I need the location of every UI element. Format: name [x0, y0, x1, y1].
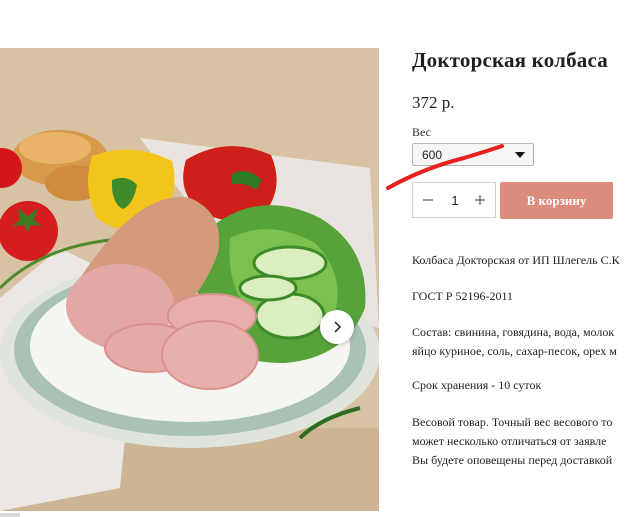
gost-line: ГОСТ Р 52196-2011 — [412, 289, 514, 303]
sausage-plate-illustration — [0, 48, 379, 511]
weight-label: Вес — [412, 125, 431, 139]
thumbnail-strip[interactable] — [0, 513, 20, 517]
composition-line: яйцо куриное, соль, сахар-песок, орех м — [412, 344, 617, 358]
weight-select-value: 600 — [422, 148, 443, 162]
weight-note-line: Весовой товар. Точный вес весового то — [412, 415, 613, 429]
add-to-cart-button[interactable]: В корзину — [500, 182, 613, 219]
weight-select[interactable]: 600 — [412, 143, 534, 166]
description-line: Колбаса Докторская от ИП Шлегель С.К — [412, 253, 620, 267]
gallery-next-button[interactable] — [320, 310, 354, 344]
quantity-value[interactable]: 1 — [443, 193, 467, 208]
chevron-right-icon — [334, 321, 342, 333]
quantity-decrement-button[interactable] — [415, 183, 441, 217]
product-title: Докторская колбаса — [412, 48, 608, 72]
shelf-life-line: Срок хранения - 10 суток — [412, 378, 542, 392]
composition-line: Состав: свинина, говядина, вода, молок — [412, 325, 615, 339]
quantity-increment-button[interactable] — [467, 183, 493, 217]
plus-icon — [475, 195, 485, 205]
minus-icon — [423, 199, 433, 201]
product-price: 372 р. — [412, 93, 455, 112]
product-photo — [0, 48, 379, 511]
weight-note-line: Вы будете оповещены перед доставкой — [412, 453, 613, 467]
weight-note-line: может несколько отличаться от заявле — [412, 434, 607, 448]
quantity-stepper[interactable]: 1 — [412, 182, 496, 218]
caret-down-icon — [515, 152, 525, 158]
